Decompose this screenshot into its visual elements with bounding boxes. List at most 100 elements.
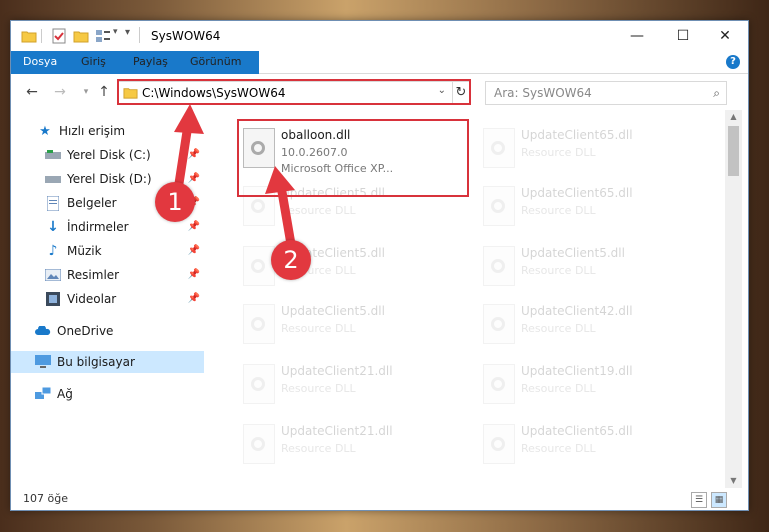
pin-icon[interactable]: 📌 xyxy=(188,149,200,160)
dll-file-icon xyxy=(483,304,515,344)
file-item[interactable]: UpdateClient21.dll Resource DLL xyxy=(235,356,459,412)
file-name: UpdateClient21.dll xyxy=(281,424,393,438)
file-item[interactable]: UpdateClient5.dll Resource DLL xyxy=(475,238,699,294)
file-item[interactable]: UpdateClient5.dll Resource DLL xyxy=(235,238,459,294)
sidebar-item-pictures[interactable]: Resimler 📌 xyxy=(11,264,204,286)
navigation-pane: ★ Hızlı erişim Yerel Disk (C:) 📌 Yerel D… xyxy=(11,110,204,488)
up-icon[interactable]: ↑ xyxy=(95,83,113,101)
title-bar: ▾ ▾ SysWOW64 — ☐ ✕ xyxy=(11,21,748,51)
pin-icon[interactable]: 📌 xyxy=(188,269,200,280)
file-type: Resource DLL xyxy=(521,264,596,277)
computer-icon xyxy=(35,354,51,370)
file-name: UpdateClient19.dll xyxy=(521,364,633,378)
sidebar-item-onedrive[interactable]: OneDrive xyxy=(11,320,204,342)
vertical-scrollbar[interactable]: ▲ ▼ xyxy=(725,110,742,488)
explorer-window: ▾ ▾ SysWOW64 — ☐ ✕ Dosya Giriş Paylaş Gö… xyxy=(10,20,749,511)
music-icon: ♪ xyxy=(48,243,58,259)
status-bar: 107 öğe ☰ ▦ xyxy=(11,488,748,510)
pin-icon[interactable]: 📌 xyxy=(188,293,200,304)
dll-file-icon xyxy=(483,186,515,226)
properties-icon[interactable] xyxy=(51,28,67,44)
file-type: Resource DLL xyxy=(521,382,596,395)
pin-icon[interactable]: 📌 xyxy=(188,245,200,256)
dll-file-icon xyxy=(483,246,515,286)
file-name: UpdateClient5.dll xyxy=(521,246,625,260)
window-title: SysWOW64 xyxy=(151,29,221,43)
file-name: UpdateClient21.dll xyxy=(281,364,393,378)
item-count: 107 öğe xyxy=(23,492,68,505)
documents-icon xyxy=(45,195,61,211)
sidebar-item-label: Bu bilgisayar xyxy=(57,355,135,369)
minimize-button[interactable]: — xyxy=(614,21,660,51)
file-item[interactable]: UpdateClient5.dll Resource DLL xyxy=(235,296,459,352)
file-item[interactable]: UpdateClient65.dll Resource DLL xyxy=(475,178,699,234)
sidebar-item-this-pc[interactable]: Bu bilgisayar xyxy=(11,351,204,373)
file-type: Resource DLL xyxy=(281,442,356,455)
sidebar-item-quick-access[interactable]: ★ Hızlı erişim xyxy=(11,120,204,142)
sidebar-item-label: Videolar xyxy=(67,292,117,306)
file-item[interactable]: UpdateClient21.dll Resource DLL xyxy=(235,416,459,472)
dll-file-icon xyxy=(483,424,515,464)
file-name: UpdateClient42.dll xyxy=(521,304,633,318)
new-folder-icon[interactable] xyxy=(73,28,89,44)
file-item[interactable]: UpdateClient19.dll Resource DLL xyxy=(475,356,699,412)
address-highlight-box xyxy=(117,79,471,105)
search-placeholder: Ara: SysWOW64 xyxy=(494,86,592,100)
scroll-thumb[interactable] xyxy=(728,126,739,176)
sidebar-item-label: Ağ xyxy=(57,387,73,401)
file-name: UpdateClient65.dll xyxy=(521,186,633,200)
sidebar-item-local-disk-c[interactable]: Yerel Disk (C:) 📌 xyxy=(11,144,204,166)
tab-home[interactable]: Giriş xyxy=(69,51,118,73)
file-item[interactable]: UpdateClient42.dll Resource DLL xyxy=(475,296,699,352)
pictures-icon xyxy=(45,267,61,283)
sidebar-item-label: Belgeler xyxy=(67,196,117,210)
scroll-down-icon[interactable]: ▼ xyxy=(725,474,742,488)
sidebar-item-label: Yerel Disk (D:) xyxy=(67,172,152,186)
search-input[interactable]: Ara: SysWOW64 ⌕ xyxy=(485,81,727,105)
video-icon xyxy=(45,291,61,307)
dll-file-icon xyxy=(243,424,275,464)
file-name: UpdateClient5.dll xyxy=(281,304,385,318)
search-icon[interactable]: ⌕ xyxy=(713,86,720,101)
file-type: Resource DLL xyxy=(521,442,596,455)
dll-file-icon xyxy=(243,364,275,404)
customize-toolbar-icon[interactable] xyxy=(95,28,111,44)
file-item[interactable]: UpdateClient65.dll Resource DLL xyxy=(475,120,699,176)
file-name: UpdateClient65.dll xyxy=(521,424,633,438)
dll-file-icon xyxy=(483,364,515,404)
file-type: Resource DLL xyxy=(521,146,596,159)
dll-file-icon xyxy=(243,304,275,344)
network-icon xyxy=(35,386,51,402)
file-type: Resource DLL xyxy=(281,382,356,395)
maximize-button[interactable]: ☐ xyxy=(660,21,706,51)
sidebar-item-videos[interactable]: Videolar 📌 xyxy=(11,288,204,310)
file-item[interactable]: UpdateClient65.dll Resource DLL xyxy=(475,416,699,472)
forward-icon[interactable]: → xyxy=(51,83,69,101)
dll-file-icon xyxy=(243,246,275,286)
pin-icon[interactable]: 📌 xyxy=(188,173,200,184)
tab-view[interactable]: Görünüm xyxy=(178,51,253,73)
chevron-down-icon[interactable]: ▾ xyxy=(113,27,118,37)
file-highlight-box xyxy=(237,119,469,197)
file-type: Resource DLL xyxy=(281,322,356,335)
quick-access-dropdown-icon[interactable]: ▾ xyxy=(125,27,130,38)
close-button[interactable]: ✕ xyxy=(702,21,748,51)
step-1-badge: 1 xyxy=(155,182,195,222)
sidebar-item-music[interactable]: ♪ Müzik 📌 xyxy=(11,240,204,262)
scroll-up-icon[interactable]: ▲ xyxy=(725,110,742,124)
file-type: Resource DLL xyxy=(281,204,356,217)
tab-share[interactable]: Paylaş xyxy=(121,51,180,73)
download-icon: ↓ xyxy=(47,219,59,235)
recent-locations-icon[interactable]: ▾ xyxy=(77,83,95,101)
details-view-icon[interactable]: ☰ xyxy=(691,492,707,508)
star-icon: ★ xyxy=(39,123,51,139)
sidebar-item-network[interactable]: Ağ xyxy=(11,383,204,405)
back-icon[interactable]: ← xyxy=(23,83,41,101)
pin-icon[interactable]: 📌 xyxy=(188,221,200,232)
file-type: Resource DLL xyxy=(521,322,596,335)
large-icons-view-icon[interactable]: ▦ xyxy=(711,492,727,508)
file-type: Resource DLL xyxy=(521,204,596,217)
drive-icon xyxy=(45,147,61,163)
help-icon[interactable]: ? xyxy=(726,55,740,69)
cloud-icon xyxy=(35,323,51,339)
